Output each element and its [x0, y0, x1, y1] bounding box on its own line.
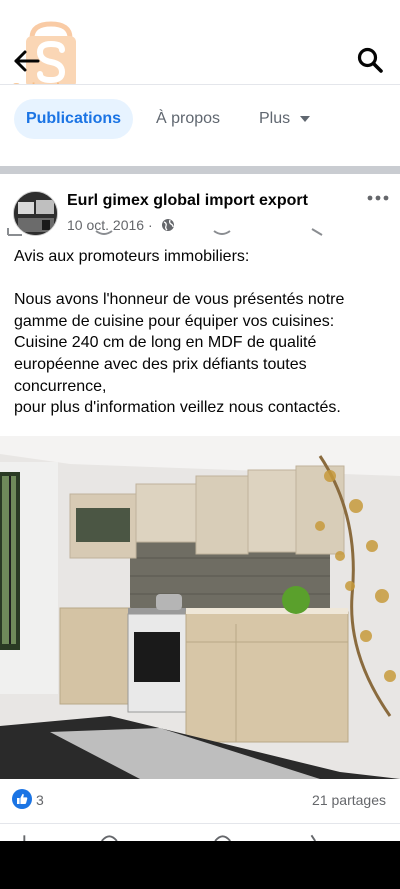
- tab-about[interactable]: À propos: [156, 99, 220, 139]
- tab-more-label: Plus: [259, 110, 291, 127]
- share-count[interactable]: 21 partages: [312, 792, 386, 808]
- arrow-left-icon[interactable]: [10, 44, 44, 78]
- tab-publications[interactable]: Publications: [14, 99, 133, 139]
- search-icon[interactable]: [356, 46, 384, 74]
- avatar-kitchen-image: [14, 192, 57, 235]
- post-text: Avis aux promoteurs immobiliers: Nous av…: [14, 248, 345, 417]
- system-navigation-bar: [0, 841, 400, 889]
- like-icon[interactable]: [12, 789, 32, 809]
- page-tabs: Publications À propos Plus: [0, 84, 400, 236]
- post-reactions: 3 21 partages: [0, 779, 400, 823]
- tab-more[interactable]: Plus: [259, 99, 311, 139]
- section-divider: [0, 166, 400, 174]
- chevron-down-icon: [300, 115, 311, 122]
- post-meta: 10 oct. 2016 ·: [67, 217, 175, 233]
- globe-icon: [161, 219, 174, 231]
- more-horizontal-icon[interactable]: [366, 192, 390, 206]
- post-actions-peek: [0, 823, 400, 841]
- post-date[interactable]: 10 oct. 2016: [67, 217, 144, 233]
- post-body: Avis aux promoteurs immobiliers: Nous av…: [14, 246, 394, 419]
- post-header: Eurl gimex global import export 10 oct. …: [0, 176, 400, 240]
- meta-separator: ·: [147, 217, 153, 233]
- avatar[interactable]: [13, 191, 58, 236]
- post-author[interactable]: Eurl gimex global import export: [67, 192, 308, 210]
- post-image[interactable]: [0, 436, 400, 779]
- top-bar: Swiga | سويقة: [0, 0, 400, 95]
- kitchen-photo: [0, 436, 400, 779]
- like-count[interactable]: 3: [36, 792, 44, 808]
